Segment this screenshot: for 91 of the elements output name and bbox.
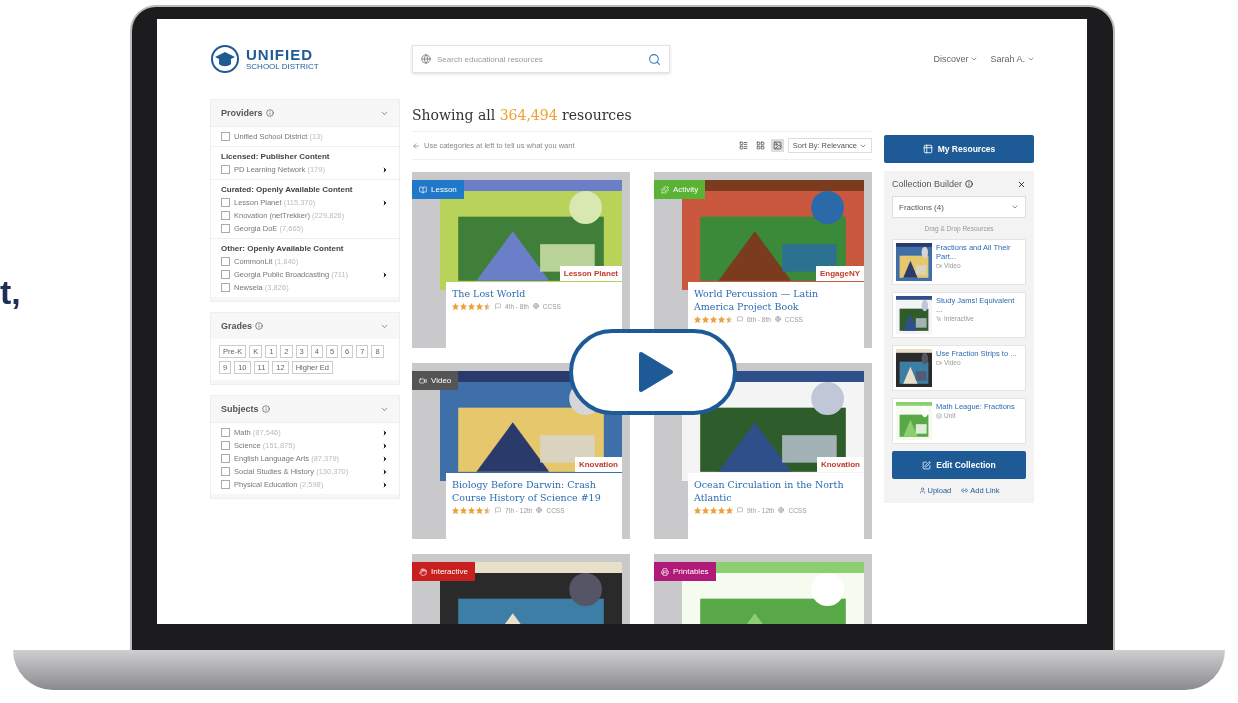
group-title: Other: Openly Available Content: [221, 244, 345, 253]
globe-icon: [532, 303, 539, 310]
checkbox[interactable]: [221, 198, 230, 207]
globe-icon: [774, 316, 781, 323]
pointer-icon: [936, 315, 942, 322]
globe-icon: [421, 54, 431, 64]
checkbox[interactable]: [221, 467, 230, 476]
info-icon: [265, 109, 274, 117]
list-view-icon: [738, 141, 748, 150]
filter-title: Providers: [221, 108, 263, 118]
puzzle-icon: [661, 185, 669, 194]
type-badge: Lesson: [412, 180, 464, 199]
provider-label: Lesson Planet: [559, 266, 622, 281]
checkbox[interactable]: [221, 165, 230, 174]
logo-subtitle: SCHOOL DISTRICT: [246, 62, 319, 71]
arrow-left-icon: [412, 141, 420, 150]
collection-select[interactable]: Fractions (4): [892, 196, 1026, 218]
comment-icon: [737, 316, 743, 323]
checkbox[interactable]: [221, 283, 230, 292]
checkbox[interactable]: [221, 257, 230, 266]
checkbox[interactable]: [221, 480, 230, 489]
expand-arrow-icon[interactable]: [381, 441, 389, 450]
provider-label: Knovation: [816, 457, 864, 472]
heading-fragment: t,: [0, 272, 22, 313]
checkbox[interactable]: [221, 428, 230, 437]
caret-icon: [970, 55, 979, 63]
caret-icon: [1027, 55, 1035, 63]
provider-label: Knovation: [574, 457, 622, 472]
info-icon: [255, 322, 264, 330]
expand-arrow-icon[interactable]: [381, 454, 389, 463]
expand-arrow-icon[interactable]: [381, 480, 389, 489]
close-icon[interactable]: [1017, 179, 1026, 189]
info-icon: [261, 405, 270, 413]
type-badge: Video: [412, 371, 459, 390]
logo-title: UNIFIED: [246, 47, 314, 62]
checkbox[interactable]: [221, 270, 230, 279]
expand-arrow-icon[interactable]: [381, 467, 389, 476]
type-badge: Activity: [654, 180, 706, 199]
group-title: Curated: Openly Available Content: [221, 185, 354, 194]
link-icon: [961, 487, 969, 494]
layers-icon: [936, 412, 942, 419]
expand-arrow-icon[interactable]: [381, 270, 389, 279]
comment-icon: [495, 303, 501, 310]
video-camera-icon: [936, 262, 942, 269]
grid-view-toggle[interactable]: [753, 139, 767, 152]
hand-icon: [419, 567, 427, 576]
play-button[interactable]: [569, 329, 737, 415]
provider-label: EngageNY: [816, 266, 864, 281]
globe-icon: [778, 507, 785, 514]
nav-menu[interactable]: Sarah A.: [990, 54, 1035, 64]
panel-title: Collection Builder: [892, 179, 963, 189]
resource-title[interactable]: Biology Before Darwin: Crash Course History of Science #19: [452, 479, 616, 505]
table-icon: [922, 144, 933, 154]
video-camera-icon: [419, 376, 427, 385]
globe-icon: [536, 507, 543, 514]
filter-title: Grades: [221, 321, 253, 331]
edit-icon: [922, 460, 932, 470]
resource-title[interactable]: The Lost World: [452, 288, 616, 301]
expand-arrow-icon[interactable]: [381, 428, 389, 437]
comment-icon: [495, 507, 501, 514]
video-camera-icon: [936, 359, 942, 366]
nav-menu[interactable]: Discover: [933, 54, 979, 64]
info-icon: [965, 180, 974, 188]
checkbox[interactable]: [221, 454, 230, 463]
filter-title: Subjects: [221, 404, 259, 414]
checkbox[interactable]: [221, 224, 230, 233]
search-field[interactable]: Search educational resources: [412, 45, 670, 73]
expand-arrow-icon[interactable]: [381, 165, 389, 174]
edit-collection-button[interactable]: Edit Collection: [892, 451, 1026, 479]
results-heading: Showing all 364,494 resources: [412, 99, 872, 132]
user-icon: [918, 487, 926, 494]
mortarboard-logo-icon: [210, 44, 240, 74]
expand-arrow-icon[interactable]: [381, 198, 389, 207]
printer-icon: [661, 567, 669, 576]
book-icon: [419, 185, 427, 194]
checkbox[interactable]: [221, 132, 230, 141]
image-view-toggle[interactable]: [770, 139, 784, 152]
type-badge: Printables: [654, 562, 716, 581]
list-view-toggle[interactable]: [736, 139, 750, 152]
comment-icon: [737, 507, 743, 514]
search-icon[interactable]: [648, 52, 661, 66]
caret-icon: [1011, 203, 1019, 211]
grid-view-icon: [755, 141, 765, 150]
checkbox[interactable]: [221, 441, 230, 450]
group-title: Licensed: Publisher Content: [221, 152, 331, 161]
checkbox[interactable]: [221, 211, 230, 220]
image-view-icon: [772, 141, 782, 150]
type-badge: Interactive: [412, 562, 475, 581]
resource-title[interactable]: World Percussion — Latin America Project Book: [694, 288, 858, 314]
my-resources-button[interactable]: My Resources: [884, 135, 1034, 163]
resource-title[interactable]: Ocean Circulation in the North Atlantic: [694, 479, 858, 505]
